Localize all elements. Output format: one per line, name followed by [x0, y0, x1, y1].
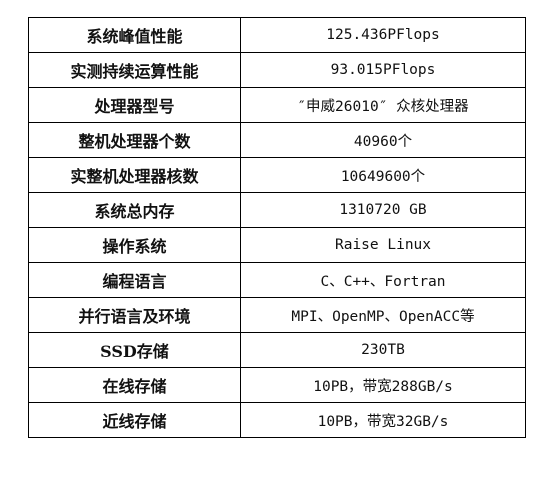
spec-label: 系统总内存 [28, 192, 241, 228]
spec-value: Raise Linux [240, 227, 526, 263]
table-row: 实测持续运算性能 93.015PFlops [28, 52, 526, 88]
spec-value: 93.015PFlops [240, 52, 526, 88]
spec-value: ″申威26010″ 众核处理器 [240, 87, 526, 123]
table-row: 处理器型号 ″申威26010″ 众核处理器 [28, 87, 526, 123]
spec-label: 在线存储 [28, 367, 241, 403]
spec-label: 实整机处理器核数 [28, 157, 241, 193]
spec-table-body: 系统峰值性能 125.436PFlops 实测持续运算性能 93.015PFlo… [28, 17, 526, 438]
spec-table: 系统峰值性能 125.436PFlops 实测持续运算性能 93.015PFlo… [28, 17, 526, 438]
spec-label: 编程语言 [28, 262, 241, 298]
spec-value: 10PB，带宽32GB/s [240, 402, 526, 438]
spec-value: 230TB [240, 332, 526, 368]
table-row: 实整机处理器核数 10649600个 [28, 157, 526, 193]
table-row: 近线存储 10PB，带宽32GB/s [28, 402, 526, 438]
table-row: 在线存储 10PB，带宽288GB/s [28, 367, 526, 403]
spec-label: 并行语言及环境 [28, 297, 241, 333]
spec-label: 整机处理器个数 [28, 122, 241, 158]
spec-label: 近线存储 [28, 402, 241, 438]
table-row: 系统峰值性能 125.436PFlops [28, 17, 526, 53]
spec-value: 40960个 [240, 122, 526, 158]
spec-label: 处理器型号 [28, 87, 241, 123]
table-row: 系统总内存 1310720 GB [28, 192, 526, 228]
spec-label: 操作系统 [28, 227, 241, 263]
spec-value: 10649600个 [240, 157, 526, 193]
spec-label: 实测持续运算性能 [28, 52, 241, 88]
spec-label: SSD存储 [28, 332, 241, 368]
spec-value: 10PB，带宽288GB/s [240, 367, 526, 403]
spec-value: 125.436PFlops [240, 17, 526, 53]
table-row: 操作系统 Raise Linux [28, 227, 526, 263]
spec-value: MPI、OpenMP、OpenACC等 [240, 297, 526, 333]
spec-value: C、C++、Fortran [240, 262, 526, 298]
spec-label: 系统峰值性能 [28, 17, 241, 53]
spec-value: 1310720 GB [240, 192, 526, 228]
table-row: 编程语言 C、C++、Fortran [28, 262, 526, 298]
table-row: 并行语言及环境 MPI、OpenMP、OpenACC等 [28, 297, 526, 333]
table-row: 整机处理器个数 40960个 [28, 122, 526, 158]
table-row: SSD存储 230TB [28, 332, 526, 368]
